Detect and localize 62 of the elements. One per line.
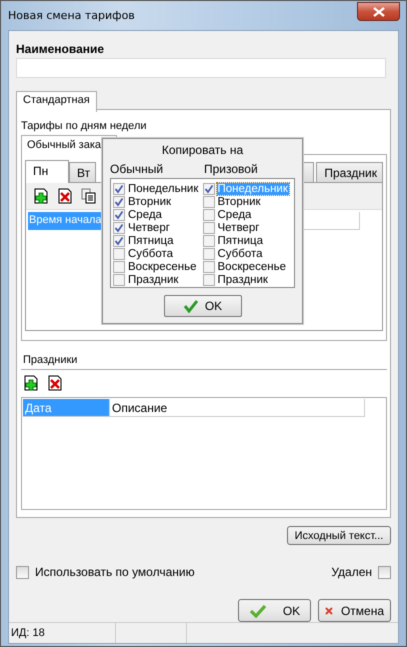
add-icon[interactable] [33,188,49,204]
checkbox[interactable] [113,222,125,234]
name-input-field[interactable] [16,58,386,78]
delete-icon[interactable] [57,188,73,204]
checkbox[interactable] [378,566,391,578]
checkbox-label[interactable]: Вторник [127,196,172,208]
checkbox[interactable] [113,196,125,208]
checkbox-label[interactable]: Суббота [216,248,264,260]
checkmark-icon [182,299,199,313]
ok-button[interactable]: OK [164,295,242,317]
column-label: Призовой [204,162,258,177]
checkbox-label[interactable]: Пятница [127,234,175,246]
checkbox[interactable] [202,182,214,194]
status-text: ИД: 18 [11,627,45,639]
checkbox[interactable] [202,196,214,208]
checkbox-label[interactable]: Вторник [216,196,262,208]
name-label: Наименование [16,42,106,57]
delete-icon[interactable] [47,375,63,391]
day-tab[interactable]: Вт [69,162,96,182]
close-icon [372,6,384,16]
checkbox-label[interactable]: Понедельник [127,182,200,194]
checkbox-label[interactable]: Четверг [216,222,260,234]
checkbox[interactable] [113,182,125,194]
checkbox[interactable] [113,260,125,272]
checkbox-label[interactable]: Воскресенье [216,260,288,272]
source-text-button[interactable]: Исходный текст... [287,526,391,545]
checkbox-label[interactable]: Использовать по умолчанию [35,565,195,579]
popup-title: Копировать на [160,143,244,159]
checkbox-label[interactable]: Пятница [216,234,264,246]
checkbox-label[interactable]: Четверг [127,222,171,234]
table-header-cell[interactable]: Описание [110,399,365,417]
checkbox-label[interactable]: Среда [127,208,163,220]
checkbox[interactable] [202,274,214,286]
checkbox-label[interactable]: Среда [216,208,252,220]
close-button[interactable] [357,2,400,21]
checkbox[interactable] [113,234,125,246]
cancel-button[interactable]: Отмена [318,599,391,622]
section-title: Тарифы по дням недели [21,120,148,134]
tab[interactable]: Стандартная [16,91,97,112]
copy-icon[interactable] [81,188,97,204]
checkbox[interactable] [113,274,125,286]
checkbox-label[interactable]: Праздник [216,274,269,286]
column-label: Обычный [110,162,164,177]
checkbox[interactable] [202,208,214,220]
checkbox[interactable] [113,208,125,220]
checkbox-label[interactable]: Праздник [127,274,180,286]
checkbox-label[interactable]: Суббота [127,248,174,260]
checkbox[interactable] [202,260,214,272]
checkbox[interactable] [202,222,214,234]
checkbox[interactable] [202,234,214,246]
checkbox-label[interactable]: Удален [331,565,372,579]
window-title: Новая смена тарифов [8,9,135,22]
checkbox-label[interactable]: Воскресенье [127,260,198,272]
day-tab[interactable]: Праздник [316,162,383,182]
section-title: Праздники [21,354,387,370]
checkbox[interactable] [16,566,29,578]
add-icon[interactable] [23,375,39,391]
checkmark-icon [248,604,267,618]
checkbox[interactable] [202,248,214,260]
ok-button[interactable]: OK [238,599,311,622]
day-tab[interactable]: Пн [25,160,69,183]
checkbox[interactable] [113,248,125,260]
